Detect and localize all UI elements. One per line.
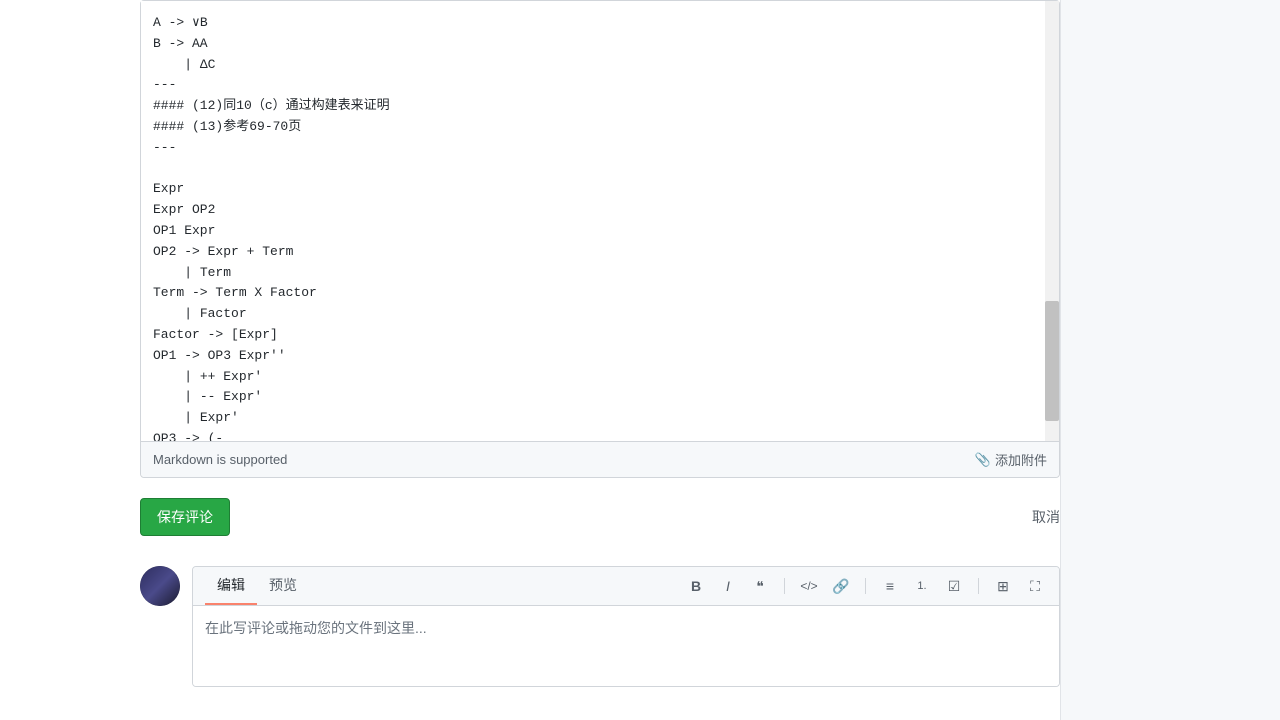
button-row: 保存评论 取消 (140, 488, 1060, 556)
toolbar-icons: B I ❝ </> 🔗 (684, 568, 1047, 604)
fullscreen-icon: ⛶ (1030, 578, 1040, 595)
comment-editor: 编辑 预览 B I ❝ (192, 566, 1060, 687)
toolbar-separator-2 (865, 578, 866, 594)
editor-textarea[interactable]: A -> ∨B B -> AA | ΔC --- #### (12)同10（c）… (141, 1, 1059, 441)
quote-icon: ❝ (756, 578, 764, 595)
markdown-supported-label: Markdown is supported (153, 452, 287, 467)
comment-placeholder: 在此写评论或拖动您的文件到这里... (205, 620, 427, 636)
comment-box: 编辑 预览 B I ❝ (140, 566, 1060, 687)
comment-input-area[interactable]: 在此写评论或拖动您的文件到这里... (193, 606, 1059, 686)
editor-footer: Markdown is supported 📎 添加附件 (141, 441, 1059, 477)
checklist-button[interactable]: ☑ (942, 574, 966, 598)
editor-container: A -> ∨B B -> AA | ΔC --- #### (12)同10（c）… (140, 0, 1060, 478)
bold-icon: B (691, 578, 701, 594)
link-icon: 🔗 (832, 578, 849, 595)
code-button[interactable]: </> (797, 574, 821, 598)
bold-button[interactable]: B (684, 574, 708, 598)
toolbar-separator-3 (978, 578, 979, 594)
code-icon: </> (800, 579, 817, 593)
avatar (140, 566, 180, 606)
tab-edit[interactable]: 编辑 (205, 567, 257, 605)
ol-button[interactable]: 1. (910, 574, 934, 598)
ul-icon: ≡ (886, 578, 894, 594)
toolbar-separator-1 (784, 578, 785, 594)
attach-icon: 📎 (975, 452, 991, 468)
table-button[interactable]: ⊞ (991, 574, 1015, 598)
save-comment-button[interactable]: 保存评论 (140, 498, 230, 536)
cancel-link[interactable]: 取消 (1032, 507, 1060, 527)
italic-button[interactable]: I (716, 574, 740, 598)
comment-tabs: 编辑 预览 B I ❝ (193, 567, 1059, 606)
attach-file-button[interactable]: 📎 添加附件 (975, 450, 1047, 469)
tab-preview[interactable]: 预览 (257, 567, 309, 605)
scrollbar-thumb[interactable] (1045, 301, 1059, 421)
ul-button[interactable]: ≡ (878, 574, 902, 598)
attach-label: 添加附件 (995, 450, 1047, 469)
main-content: A -> ∨B B -> AA | ΔC --- #### (12)同10（c）… (140, 0, 1060, 687)
page-wrapper: A -> ∨B B -> AA | ΔC --- #### (12)同10（c）… (0, 0, 1280, 720)
ol-icon: 1. (917, 580, 926, 592)
right-side-panel (1060, 0, 1280, 720)
checklist-icon: ☑ (948, 578, 961, 595)
tab-group: 编辑 预览 (205, 567, 309, 605)
italic-icon: I (726, 578, 730, 594)
table-icon: ⊞ (997, 578, 1009, 595)
scrollbar-track[interactable] (1045, 1, 1059, 441)
link-button[interactable]: 🔗 (829, 574, 853, 598)
fullscreen-button[interactable]: ⛶ (1023, 574, 1047, 598)
avatar-image (140, 566, 180, 606)
quote-button[interactable]: ❝ (748, 574, 772, 598)
